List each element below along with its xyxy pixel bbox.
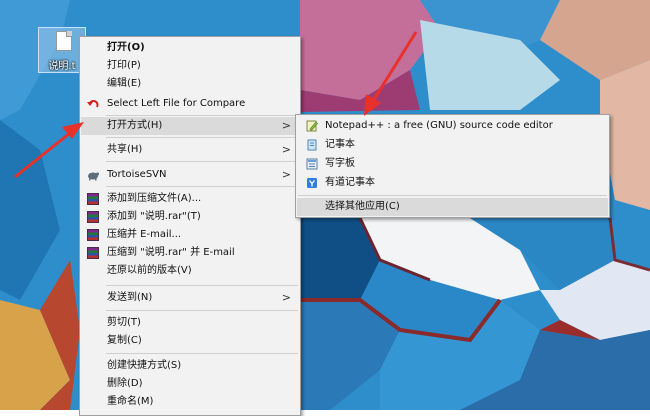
chevron-right-icon: > <box>281 168 291 181</box>
menu-item-label: 还原以前的版本(V) <box>107 265 192 276</box>
menu-item-label: Select Left File for Compare <box>107 98 246 109</box>
menu-item-select-left-file-compare[interactable]: Select Left File for Compare <box>81 95 299 113</box>
menu-item-label: 添加到压缩文件(A)... <box>107 193 202 204</box>
menu-separator <box>106 161 298 162</box>
menu-item-share[interactable]: 共享(H) > <box>81 141 299 159</box>
tortoisesvn-icon <box>88 172 99 181</box>
winrar-icon <box>87 211 99 223</box>
menu-item-label: 删除(D) <box>107 378 143 389</box>
submenu-item-notepad-plus-plus[interactable]: Notepad++ : a free (GNU) source code edi… <box>297 117 608 135</box>
menu-item-open-with[interactable]: 打开方式(H) > <box>81 117 299 135</box>
menu-item-label: 压缩到 "说明.rar" 并 E-mail <box>107 247 235 258</box>
menu-item-create-shortcut[interactable]: 创建快捷方式(S) <box>81 357 299 375</box>
submenu-item-label: 写字板 <box>325 158 355 169</box>
menu-item-label: 添加到 "说明.rar"(T) <box>107 211 201 222</box>
winrar-icon <box>87 229 99 241</box>
menu-item-restore-previous-versions[interactable]: 还原以前的版本(V) <box>81 262 299 280</box>
submenu-item-youdao-note[interactable]: 有道记事本 <box>297 174 608 192</box>
submenu-item-notepad[interactable]: 记事本 <box>297 136 608 154</box>
submenu-item-label: 选择其他应用(C) <box>325 201 400 212</box>
menu-item-add-to-archive[interactable]: 添加到压缩文件(A)... <box>81 190 299 208</box>
menu-separator <box>106 353 298 354</box>
notepad-plus-plus-icon <box>306 120 318 132</box>
menu-item-label: 打开(O) <box>107 42 145 53</box>
menu-item-label: 共享(H) <box>107 144 143 155</box>
menu-item-send-to[interactable]: 发送到(N) > <box>81 289 299 307</box>
menu-separator <box>106 310 298 311</box>
menu-separator <box>298 195 607 196</box>
menu-item-label: 剪切(T) <box>107 317 141 328</box>
winrar-icon <box>87 193 99 205</box>
menu-item-print[interactable]: 打印(P) <box>81 57 299 75</box>
menu-item-cut[interactable]: 剪切(T) <box>81 314 299 332</box>
menu-item-compress-email[interactable]: 压缩并 E-mail... <box>81 226 299 244</box>
menu-item-label: 复制(C) <box>107 335 142 346</box>
submenu-item-label: 记事本 <box>325 139 355 150</box>
menu-item-label: 编辑(E) <box>107 78 142 89</box>
chevron-right-icon: > <box>281 119 291 132</box>
menu-item-compress-rar-email[interactable]: 压缩到 "说明.rar" 并 E-mail <box>81 244 299 262</box>
menu-item-delete[interactable]: 删除(D) <box>81 375 299 393</box>
menu-item-label: 压缩并 E-mail... <box>107 229 182 240</box>
menu-item-tortoisesvn[interactable]: TortoiseSVN > <box>81 166 299 184</box>
submenu-item-label: Notepad++ : a free (GNU) source code edi… <box>325 120 553 131</box>
winrar-icon <box>87 247 99 259</box>
menu-separator <box>106 137 298 138</box>
wordpad-icon <box>306 158 318 170</box>
submenu-item-wordpad[interactable]: 写字板 <box>297 155 608 173</box>
menu-item-copy[interactable]: 复制(C) <box>81 332 299 350</box>
text-document-icon <box>56 31 72 51</box>
menu-item-label: TortoiseSVN <box>107 169 167 180</box>
menu-separator <box>106 285 298 286</box>
menu-separator <box>106 186 298 187</box>
open-with-submenu: Notepad++ : a free (GNU) source code edi… <box>295 114 610 218</box>
menu-item-label: 创建快捷方式(S) <box>107 360 182 371</box>
menu-separator <box>106 115 298 116</box>
menu-item-edit[interactable]: 编辑(E) <box>81 75 299 93</box>
context-menu: 打开(O) 打印(P) 编辑(E) Select Left File for C… <box>79 36 301 416</box>
menu-item-add-to-rar[interactable]: 添加到 "说明.rar"(T) <box>81 208 299 226</box>
chevron-right-icon: > <box>281 143 291 156</box>
submenu-item-label: 有道记事本 <box>325 177 375 188</box>
chevron-right-icon: > <box>281 291 291 304</box>
menu-item-rename[interactable]: 重命名(M) <box>81 393 299 411</box>
menu-item-label: 打印(P) <box>107 60 141 71</box>
menu-item-label: 打开方式(H) <box>107 120 163 131</box>
menu-item-label: 发送到(N) <box>107 292 153 303</box>
menu-item-open[interactable]: 打开(O) <box>81 39 299 57</box>
notepad-icon <box>307 139 317 151</box>
youdao-note-icon <box>307 178 317 188</box>
submenu-item-choose-another-app[interactable]: 选择其他应用(C) <box>297 198 608 216</box>
compare-icon <box>87 100 99 108</box>
menu-item-label: 重命名(M) <box>107 396 154 407</box>
